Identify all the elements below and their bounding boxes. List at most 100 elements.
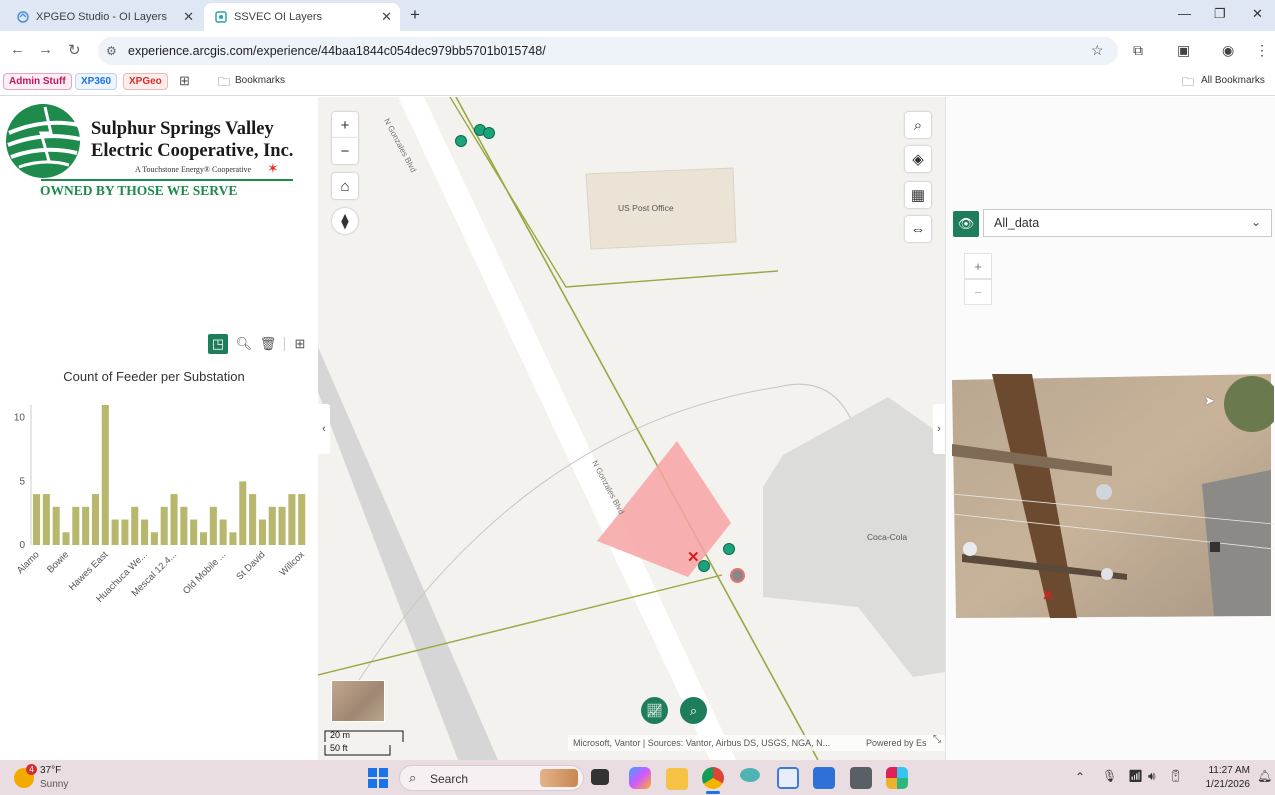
chart-bar[interactable] [131,506,139,545]
chart-bar[interactable] [62,532,70,545]
menu-icon[interactable]: ⋮ [1255,42,1269,59]
chart-bar[interactable] [219,519,227,545]
snipping-tool-icon[interactable] [777,767,799,789]
chart-bar[interactable] [111,519,119,545]
chart-bar[interactable] [190,519,198,545]
bookmark-xpgeo[interactable]: XPGeo [123,73,168,90]
chart-bar[interactable] [229,532,237,545]
home-icon[interactable]: ⌂ [332,173,358,199]
collapse-right-panel-icon[interactable]: › [933,404,945,454]
new-tab-button[interactable]: + [410,5,420,25]
chart-bar[interactable] [258,519,266,545]
bookmarks-folder[interactable]: Bookmarks [235,75,285,86]
chart-widget-icon[interactable]: 📈︎ [641,697,668,724]
bookmark-admin-stuff[interactable]: Admin Stuff [3,73,72,90]
task-view-icon[interactable] [591,769,609,785]
chart-bar[interactable] [91,494,99,545]
chart-bar[interactable] [209,506,217,545]
profile-icon[interactable]: ◉ [1222,42,1234,59]
clock-time[interactable]: 11:27 AM [1198,765,1250,776]
chrome-icon[interactable] [702,767,724,789]
media-icon[interactable]: ▣ [1177,42,1190,59]
chart-bar[interactable] [141,519,149,545]
back-icon[interactable]: ← [10,41,25,58]
chart-bar[interactable] [72,506,80,545]
more-options-grid-icon[interactable]: ⊞ [290,334,310,354]
close-window-icon[interactable]: ✕ [1252,6,1263,22]
reload-icon[interactable]: ↻ [68,41,81,59]
copilot-icon[interactable] [629,767,651,789]
tab-ssvec-oi-layers[interactable]: SSVEC OI Layers ✕ [204,3,400,31]
close-tab-icon[interactable]: ✕ [381,9,392,25]
minimize-icon[interactable]: — [1178,6,1191,21]
map-view[interactable]: ✕ US Post Office Coca-Cola N Gonzales Bl… [318,97,945,760]
site-info-icon[interactable]: ⚙ [106,44,117,58]
overview-thumbnail[interactable] [331,680,385,722]
apps-grid-icon[interactable]: ⊞ [179,73,190,89]
search-icon[interactable]: ⌕ [905,112,931,138]
bookmark-xp360[interactable]: XP360 [75,73,118,90]
pole-point[interactable] [455,135,467,147]
close-tab-icon[interactable]: ✕ [183,9,194,25]
oriented-image-photo[interactable]: ✕ [952,374,1274,620]
chart-bar[interactable] [33,494,41,545]
extensions-icon[interactable]: ⧉ [1133,42,1143,59]
layers-icon[interactable]: ◈ [905,146,931,172]
chart-bar[interactable] [42,494,50,545]
powered-by-esri[interactable]: Powered by Es [866,738,927,748]
slack-icon[interactable] [886,767,908,789]
basemap-gallery-icon[interactable]: ▦ [905,182,931,208]
measure-icon[interactable]: ⇔ [905,216,931,242]
chart-bar[interactable] [180,506,188,545]
chart-bar[interactable] [268,506,276,545]
layer-select-dropdown[interactable]: All_data ⌄ [983,209,1272,237]
battery-icon[interactable]: 🔋︎ [1168,769,1183,783]
pole-point[interactable] [483,127,495,139]
chart-bar[interactable] [170,494,178,545]
chart-bar[interactable] [82,506,90,545]
bookmark-star-icon[interactable]: ☆ [1091,42,1104,59]
chart-bar[interactable] [288,494,296,545]
windows-start-icon[interactable] [368,768,388,788]
chart-bar[interactable] [298,494,306,545]
chart-bar[interactable] [121,519,129,545]
selection-tool-button[interactable]: ◳ [208,334,228,354]
clock-date[interactable]: 1/21/2026 [1198,779,1251,790]
taskbar-search-box[interactable]: ⌕ Search [399,765,584,791]
query-widget-icon[interactable]: ⌕ [680,697,707,724]
chart-bar[interactable] [249,494,257,545]
chart-bar[interactable] [278,506,286,545]
chart-bar[interactable] [199,532,208,545]
selected-pole-point[interactable] [730,568,745,583]
file-explorer-icon[interactable] [666,768,688,790]
maximize-icon[interactable]: ❐ [1214,6,1226,22]
image-zoom-out-button[interactable]: − [964,279,992,305]
all-bookmarks[interactable]: All Bookmarks [1201,75,1265,86]
compass-icon[interactable]: ⧫ [332,208,358,234]
zoom-out-button[interactable]: − [332,138,358,164]
calculator-icon[interactable] [850,767,872,789]
image-zoom-in-button[interactable]: + [964,253,992,279]
expand-attribution-icon[interactable]: ⤡ [933,734,941,745]
volume-icon[interactable]: 🔊︎ [1148,769,1156,784]
chart-bar[interactable] [150,532,158,545]
pole-point[interactable] [698,560,710,572]
notification-bell-icon[interactable]: 🔔︎ [1257,769,1272,783]
settings-app-icon[interactable] [813,767,835,789]
zoom-to-icon[interactable]: 🔍︎ [234,334,254,354]
zoom-in-button[interactable]: + [332,112,358,138]
microphone-icon[interactable]: 🎙︎ [1102,769,1117,783]
visibility-toggle-eye-icon[interactable]: 👁︎ [953,211,979,237]
wifi-icon[interactable]: 📶︎ [1128,769,1143,783]
tray-chevron-up-icon[interactable]: ⌃ [1075,770,1085,784]
clear-selection-icon[interactable]: 🗑︎ [258,334,278,354]
chart-bar[interactable] [101,405,109,545]
forward-icon[interactable]: → [38,41,53,58]
chart-bar[interactable] [239,481,247,545]
collapse-left-panel-icon[interactable]: ‹ [318,404,330,454]
pole-point[interactable] [723,543,735,555]
chart-bar[interactable] [160,506,168,545]
app-icon-teal[interactable] [740,768,760,782]
chart-bar[interactable] [52,506,60,545]
tab-xpgeo-studio[interactable]: XPGEO Studio - OI Layers ✕ [6,3,202,31]
